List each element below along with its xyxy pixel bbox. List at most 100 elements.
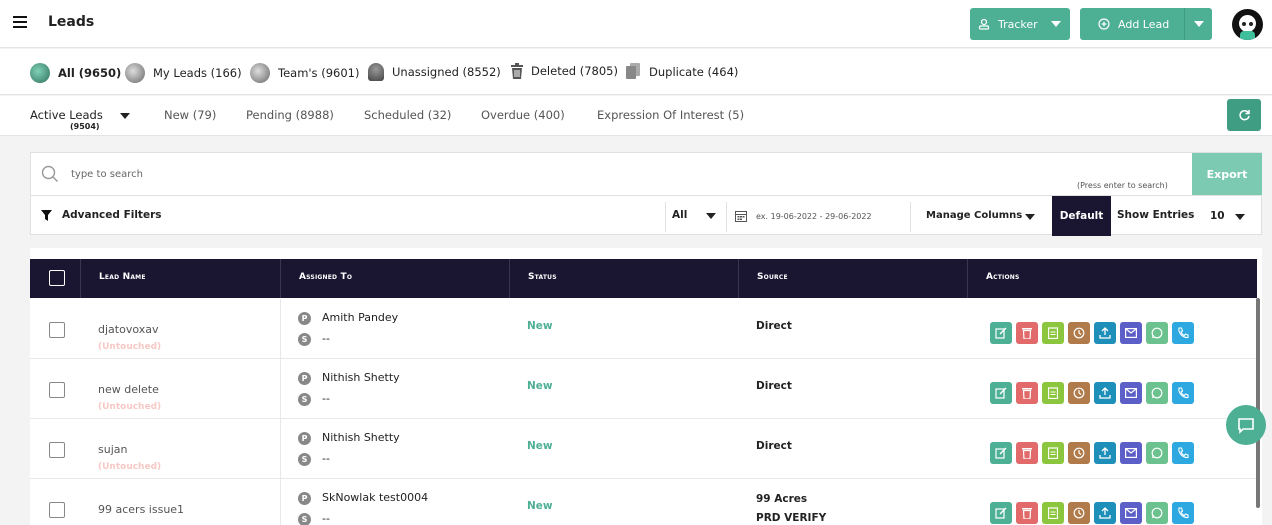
primary-assignee: Nithish Shetty [322,371,400,384]
upload-icon[interactable] [1094,442,1116,464]
search-filter-panel: Export (Press enter to search) Advanced … [30,152,1262,236]
hamburger-menu-icon[interactable] [13,16,27,30]
lead-name[interactable]: djatovoxav [98,323,158,336]
delete-icon[interactable] [1016,502,1038,524]
call-icon[interactable] [1172,502,1194,524]
column-header-status[interactable]: Status [528,272,557,282]
add-lead-label: Add Lead [1118,17,1170,31]
tab-scheduled[interactable]: Scheduled (32) [364,108,451,122]
add-lead-button[interactable]: Add Lead [1080,8,1212,40]
mail-icon[interactable] [1120,442,1142,464]
secondary-assignee: -- [322,392,330,405]
call-icon[interactable] [1172,322,1194,344]
date-range-input[interactable]: ex. 19-06-2022 - 29-06-2022 [756,212,872,221]
active-leads-count: (9504) [70,122,100,131]
call-icon[interactable] [1172,382,1194,404]
tracker-dropdown[interactable] [1042,8,1070,40]
lead-name[interactable]: 99 acers issue1 [98,503,184,516]
history-icon[interactable] [1068,382,1090,404]
edit-icon[interactable] [990,382,1012,404]
category-my-leads[interactable]: My Leads (166) [125,63,242,83]
category-deleted[interactable]: Deleted (7805) [510,63,618,79]
category-all[interactable]: All (9650) [30,63,121,83]
secondary-assignee: -- [322,512,330,525]
export-button[interactable]: Export [1192,153,1262,195]
notes-icon[interactable] [1042,322,1064,344]
history-icon[interactable] [1068,502,1090,524]
lead-state: (Untouched) [98,342,162,352]
category-teams[interactable]: Team's (9601) [250,63,359,83]
row-checkbox[interactable] [49,502,65,518]
upload-icon[interactable] [1094,322,1116,344]
manage-columns-button[interactable]: Manage Columns [926,210,1022,221]
filter-row: Advanced Filters All ex. 19-06-2022 - 29… [31,195,1262,236]
column-header-assigned-to[interactable]: Assigned To [299,272,352,282]
mail-icon[interactable] [1120,502,1142,524]
default-button[interactable]: Default [1052,196,1111,236]
chevron-down-icon[interactable] [706,213,716,219]
chevron-down-icon[interactable] [1235,214,1245,220]
delete-icon[interactable] [1016,382,1038,404]
lead-state: (Untouched) [98,402,162,412]
tracker-button[interactable]: Tracker [970,8,1070,40]
tab-pending[interactable]: Pending (8988) [246,108,334,122]
whatsapp-icon[interactable] [1146,442,1168,464]
tab-overdue[interactable]: Overdue (400) [481,108,565,122]
lead-state: (Untouched) [98,462,162,472]
trash-icon [511,63,523,79]
whatsapp-icon[interactable] [1146,382,1168,404]
avatar[interactable] [1232,9,1263,40]
tab-new[interactable]: New (79) [164,108,216,122]
leads-table: Lead Name Assigned To Status Source Acti… [30,248,1262,525]
chat-button[interactable] [1226,405,1266,445]
table-scrollbar[interactable] [1256,298,1260,508]
category-unassigned[interactable]: Unassigned (8552) [368,63,501,81]
refresh-icon [1238,109,1250,120]
refresh-button[interactable] [1227,99,1261,131]
delete-icon[interactable] [1016,442,1038,464]
all-select[interactable]: All [672,209,687,221]
secondary-assignee: -- [322,332,330,345]
column-header-source[interactable]: Source [757,272,788,282]
notes-icon[interactable] [1042,382,1064,404]
status-label: New [527,440,553,452]
notes-icon[interactable] [1042,442,1064,464]
status-label: New [527,380,553,392]
tracker-label: Tracker [998,17,1038,31]
column-header-lead-name[interactable]: Lead Name [99,272,146,282]
table-row: 99 acers issue1 P SkNowlak test0004 S --… [30,479,1257,525]
upload-icon[interactable] [1094,502,1116,524]
row-checkbox[interactable] [49,442,65,458]
lead-name[interactable]: sujan [98,443,127,456]
call-icon[interactable] [1172,442,1194,464]
row-checkbox[interactable] [49,322,65,338]
add-lead-dropdown[interactable] [1184,8,1212,40]
lead-name[interactable]: new delete [98,383,159,396]
row-checkbox[interactable] [49,382,65,398]
chevron-down-icon[interactable] [1025,214,1035,220]
search-input[interactable] [71,163,1171,185]
tab-active-leads[interactable]: Active Leads (9504) [30,108,130,131]
entries-select[interactable]: 10 [1210,210,1225,222]
history-icon[interactable] [1068,322,1090,344]
upload-icon[interactable] [1094,382,1116,404]
chevron-down-icon[interactable] [120,113,130,119]
edit-icon[interactable] [990,502,1012,524]
whatsapp-icon[interactable] [1146,502,1168,524]
notes-icon[interactable] [1042,502,1064,524]
advanced-filters-button[interactable]: Advanced Filters [41,209,162,221]
mail-icon[interactable] [1120,322,1142,344]
history-icon[interactable] [1068,442,1090,464]
whatsapp-icon[interactable] [1146,322,1168,344]
edit-icon[interactable] [990,322,1012,344]
mail-icon[interactable] [1120,382,1142,404]
delete-icon[interactable] [1016,322,1038,344]
category-duplicate[interactable]: Duplicate (464) [626,63,738,80]
secondary-assignee-badge: S [298,333,311,346]
tab-expression-of-interest[interactable]: Expression Of Interest (5) [597,108,744,122]
unassigned-user-icon [368,63,384,81]
primary-assignee-badge: P [298,372,311,385]
primary-assignee-badge: P [298,492,311,505]
select-all-checkbox[interactable] [49,270,65,286]
edit-icon[interactable] [990,442,1012,464]
